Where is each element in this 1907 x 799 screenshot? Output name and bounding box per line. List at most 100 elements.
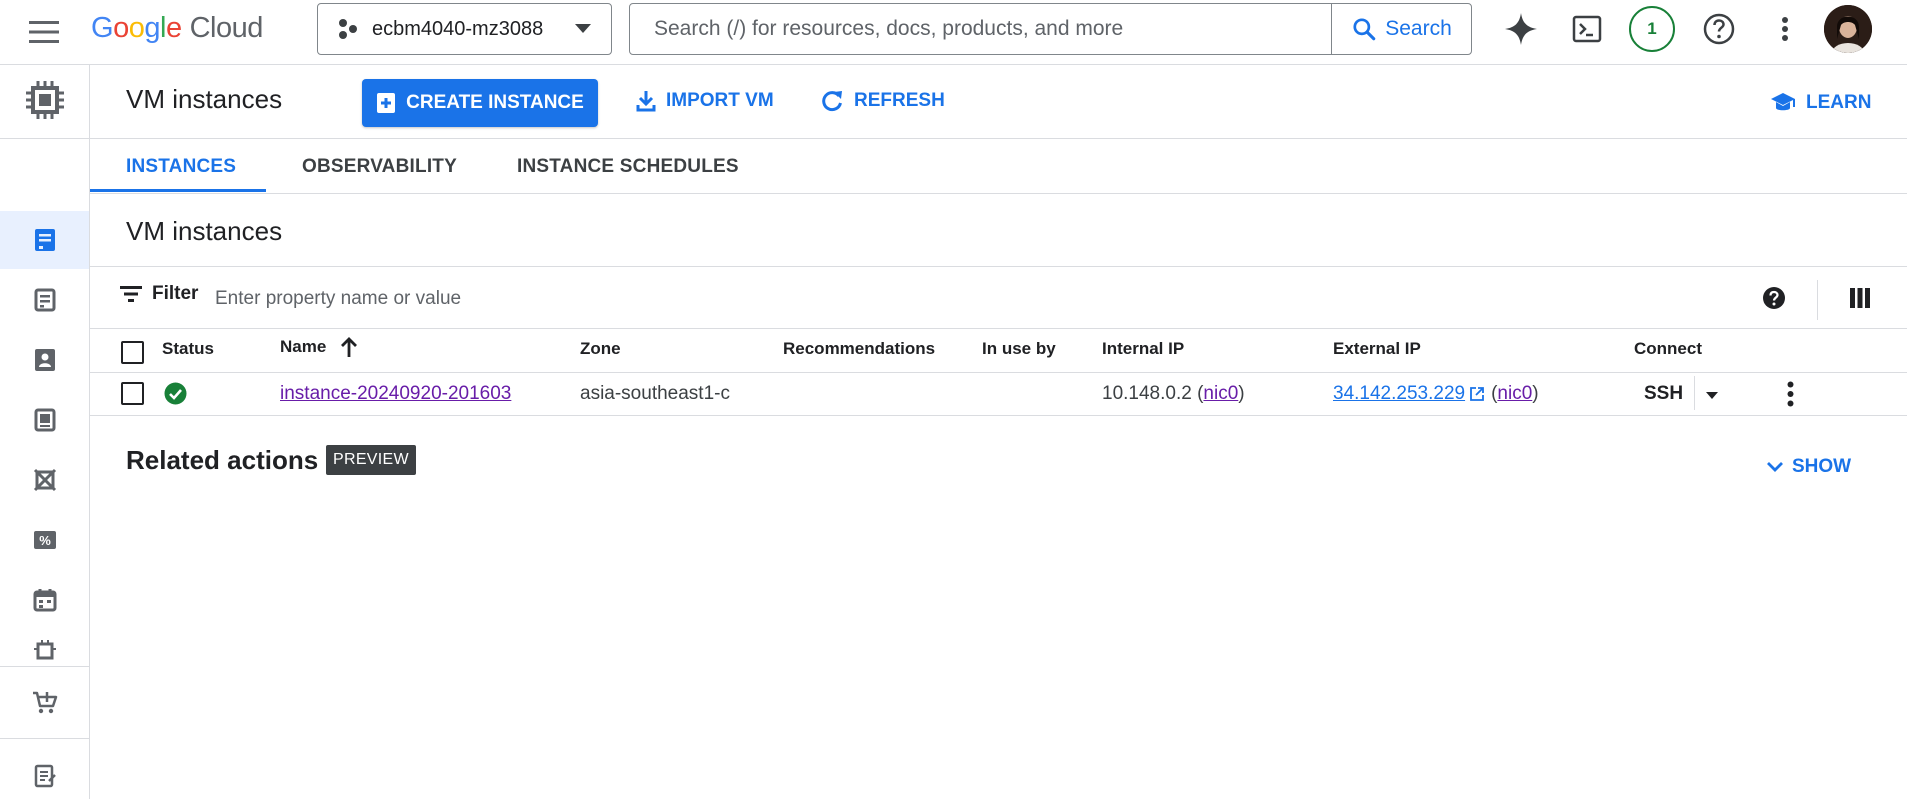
refresh-icon bbox=[822, 91, 842, 112]
table-header-divider bbox=[90, 372, 1907, 373]
refresh-label: REFRESH bbox=[854, 90, 945, 111]
select-all-checkbox[interactable] bbox=[121, 341, 144, 364]
add-box-icon bbox=[377, 93, 396, 113]
instance-template-icon bbox=[34, 288, 55, 312]
internal-ip-cell: 10.148.0.2 (nic0) bbox=[1102, 383, 1245, 404]
help-button[interactable] bbox=[1697, 7, 1741, 51]
search-input[interactable] bbox=[630, 4, 1331, 54]
sole-tenant-icon bbox=[34, 349, 55, 371]
ssh-split-divider bbox=[1694, 376, 1695, 410]
internal-nic-link[interactable]: nic0 bbox=[1203, 383, 1238, 404]
rail-item-instance-templates[interactable] bbox=[0, 271, 89, 329]
section-title: VM instances bbox=[126, 216, 283, 246]
chevron-down-icon bbox=[575, 24, 591, 33]
school-icon bbox=[1771, 93, 1795, 111]
logo-google-text: Google bbox=[91, 11, 182, 44]
filter-vertical-divider bbox=[1817, 280, 1818, 320]
tpu-icon bbox=[33, 468, 56, 492]
avatar-image bbox=[1824, 5, 1872, 53]
rail-divider bbox=[0, 738, 89, 739]
arrow-upward-icon bbox=[341, 337, 358, 357]
status-running-icon bbox=[164, 382, 187, 405]
learn-button[interactable]: LEARN bbox=[1770, 83, 1871, 123]
hamburger-menu-icon bbox=[29, 21, 59, 43]
rail-item-tpus[interactable] bbox=[0, 451, 89, 509]
external-nic-link[interactable]: nic0 bbox=[1497, 383, 1532, 405]
rail-item-vm-instances[interactable] bbox=[0, 211, 89, 269]
rail-item-machine-images[interactable] bbox=[0, 391, 89, 449]
column-header-external-ip[interactable]: External IP bbox=[1333, 339, 1421, 359]
row-select-checkbox[interactable] bbox=[121, 382, 144, 405]
search-button-label: Search bbox=[1385, 17, 1452, 40]
rail-item-partial[interactable] bbox=[0, 639, 89, 661]
filter-button[interactable]: Filter bbox=[120, 283, 198, 305]
rail-item-committed-use-discounts[interactable]: % bbox=[0, 511, 89, 569]
column-header-internal-ip[interactable]: Internal IP bbox=[1102, 339, 1184, 359]
svg-text:%: % bbox=[39, 533, 51, 548]
import-vm-button[interactable]: IMPORT VM bbox=[636, 81, 774, 121]
tab-observability[interactable]: OBSERVABILITY bbox=[302, 140, 457, 193]
filter-input[interactable] bbox=[215, 282, 1715, 316]
column-header-in-use-by[interactable]: In use by bbox=[982, 339, 1056, 359]
tab-instance-schedules[interactable]: INSTANCE SCHEDULES bbox=[517, 140, 739, 193]
search-box: Search bbox=[629, 3, 1472, 55]
google-cloud-logo[interactable]: Google Cloud bbox=[91, 10, 263, 46]
cloud-shell-button[interactable] bbox=[1565, 7, 1609, 51]
column-header-recommendations[interactable]: Recommendations bbox=[783, 339, 935, 359]
account-avatar[interactable] bbox=[1824, 5, 1872, 53]
external-ip-link[interactable]: 34.142.253.229 bbox=[1333, 383, 1465, 405]
more-vert-icon bbox=[1787, 381, 1793, 407]
terminal-icon bbox=[1572, 15, 1602, 43]
create-instance-button[interactable]: CREATE INSTANCE bbox=[362, 79, 598, 127]
vm-instance-icon bbox=[34, 229, 55, 251]
more-vert-icon bbox=[1782, 17, 1788, 41]
gemini-button[interactable] bbox=[1499, 7, 1543, 51]
column-header-status[interactable]: Status bbox=[162, 339, 214, 359]
page-title: VM instances bbox=[126, 84, 283, 114]
filter-label: Filter bbox=[152, 283, 199, 304]
product-nav-rail: % bbox=[0, 65, 90, 799]
download-icon bbox=[636, 91, 656, 112]
show-related-actions-button[interactable]: SHOW bbox=[1766, 456, 1851, 478]
rail-item-reservations[interactable] bbox=[0, 571, 89, 629]
header-divider bbox=[90, 138, 1907, 139]
rail-item-sole-tenant-nodes[interactable] bbox=[0, 331, 89, 389]
help-filled-icon bbox=[1763, 287, 1785, 309]
external-ip-cell: 34.142.253.229 (nic0) bbox=[1333, 383, 1539, 405]
section-divider bbox=[90, 266, 1907, 267]
top-bar: Google Cloud ecbm4040-mz3088 Search (/) … bbox=[0, 0, 1907, 65]
create-instance-label: CREATE INSTANCE bbox=[406, 92, 584, 113]
chevron-down-icon bbox=[1767, 462, 1783, 472]
preview-badge: PREVIEW bbox=[326, 445, 416, 475]
column-header-connect[interactable]: Connect bbox=[1634, 339, 1702, 359]
column-header-zone[interactable]: Zone bbox=[580, 339, 621, 359]
search-button[interactable]: Search bbox=[1331, 4, 1471, 54]
filter-help-button[interactable] bbox=[1762, 286, 1786, 310]
column-header-name[interactable]: Name bbox=[280, 336, 358, 358]
rail-item-release-notes[interactable] bbox=[0, 747, 89, 799]
rail-divider bbox=[0, 138, 89, 139]
more-options-button[interactable] bbox=[1763, 7, 1807, 51]
ssh-options-dropdown[interactable] bbox=[1700, 386, 1724, 404]
logo-cloud-text: Cloud bbox=[189, 11, 264, 44]
learn-label: LEARN bbox=[1806, 92, 1872, 113]
compute-engine-product-button[interactable] bbox=[0, 65, 89, 135]
instance-name-link[interactable]: instance-20240920-201603 bbox=[280, 383, 511, 405]
notifications-badge[interactable]: 1 bbox=[1629, 6, 1675, 52]
search-icon bbox=[1353, 18, 1376, 41]
internal-ip-value: 10.148.0.2 bbox=[1102, 383, 1192, 404]
column-display-options-button[interactable] bbox=[1850, 288, 1870, 308]
tab-instances[interactable]: INSTANCES bbox=[126, 140, 236, 193]
rail-item-marketplace[interactable] bbox=[0, 674, 89, 732]
table-row-divider bbox=[90, 415, 1907, 416]
open-in-new-icon bbox=[1470, 387, 1484, 401]
main-menu-button[interactable] bbox=[24, 12, 64, 52]
refresh-button[interactable]: REFRESH bbox=[820, 81, 945, 121]
rail-divider bbox=[0, 666, 89, 667]
ssh-button[interactable]: SSH bbox=[1644, 383, 1683, 405]
row-actions-button[interactable] bbox=[1780, 380, 1800, 408]
show-label: SHOW bbox=[1792, 456, 1852, 477]
chip-icon bbox=[33, 640, 56, 660]
active-tab-indicator bbox=[90, 189, 266, 192]
project-picker[interactable]: ecbm4040-mz3088 bbox=[317, 3, 612, 55]
